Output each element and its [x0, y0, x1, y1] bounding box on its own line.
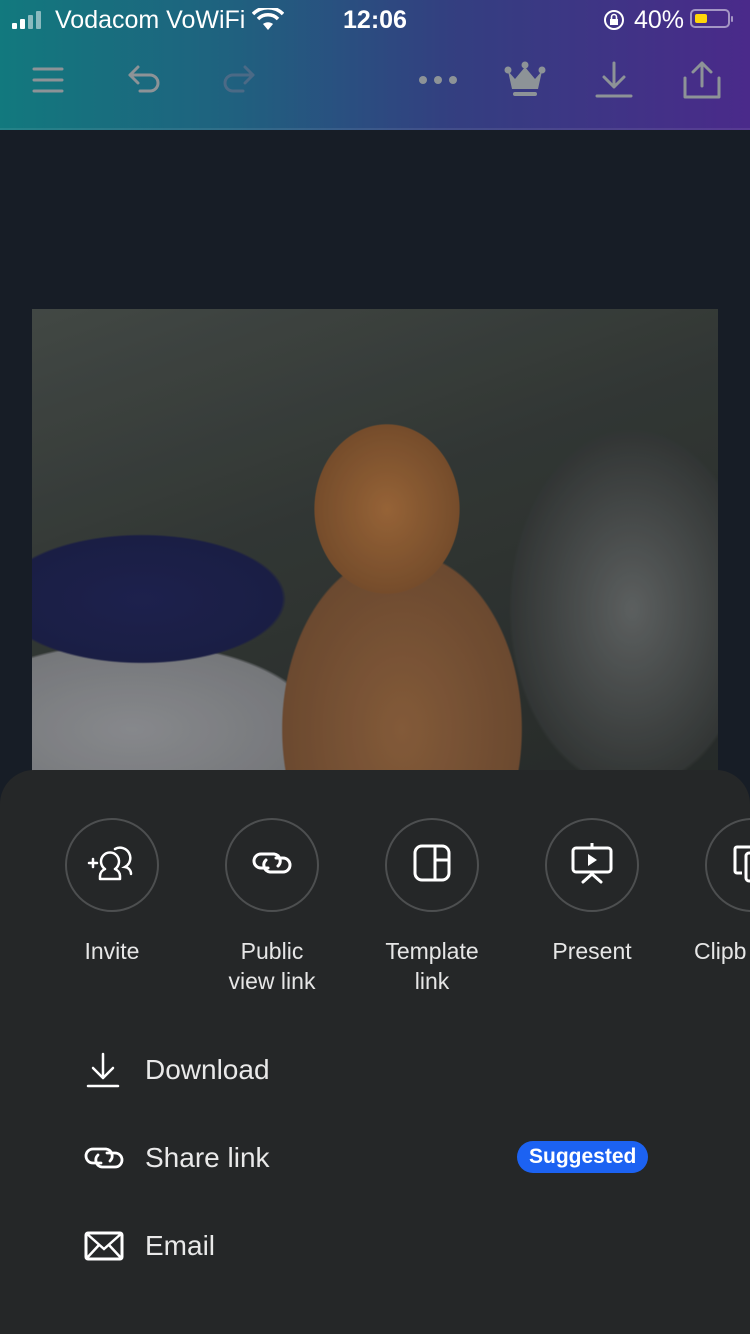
email-option[interactable]: Email — [82, 1216, 682, 1276]
present-action[interactable]: Present — [512, 818, 672, 966]
template-icon — [413, 844, 451, 887]
share-link-label: Share link — [145, 1142, 270, 1173]
more-dots-icon[interactable] — [414, 56, 462, 104]
clipboard-icon — [732, 843, 750, 888]
template-link-label: Template link — [385, 938, 479, 994]
present-label: Present — [552, 938, 632, 964]
redo-icon[interactable] — [214, 56, 262, 104]
share-actions-row[interactable]: Invite Public view link Template link Pr… — [0, 818, 750, 1058]
share-sheet: Invite Public view link Template link Pr… — [0, 770, 750, 1334]
rotation-lock-icon — [603, 9, 625, 38]
email-icon — [82, 1224, 126, 1268]
link-icon — [82, 1136, 126, 1180]
public-view-link-action[interactable]: Public view link — [192, 818, 352, 996]
invite-label: Invite — [84, 938, 140, 964]
battery-icon — [690, 9, 733, 28]
clipboard-label: Clipb — [694, 938, 747, 964]
public-view-link-label: Public view link — [228, 938, 316, 994]
battery-percent: 40% — [634, 6, 685, 34]
download-icon[interactable] — [590, 56, 638, 104]
invite-action[interactable]: Invite — [32, 818, 192, 966]
present-icon — [571, 842, 613, 889]
share-link-option[interactable]: Share link Suggested — [82, 1128, 682, 1188]
status-bar: Vodacom VoWiFi 12:06 40% — [0, 0, 750, 40]
download-icon — [82, 1048, 126, 1092]
suggested-badge: Suggested — [517, 1141, 649, 1173]
crown-icon[interactable] — [501, 56, 549, 104]
hamburger-menu-icon[interactable] — [24, 56, 72, 104]
download-option[interactable]: Download — [82, 1040, 682, 1100]
link-icon — [250, 848, 294, 883]
undo-icon[interactable] — [121, 56, 169, 104]
invite-people-icon — [87, 843, 137, 888]
email-label: Email — [145, 1230, 216, 1261]
template-link-action[interactable]: Template link — [352, 818, 512, 996]
clipboard-action[interactable]: Clipb — [672, 818, 750, 966]
download-label: Download — [145, 1054, 270, 1085]
design-image-kitten[interactable] — [32, 309, 718, 829]
top-bar: Vodacom VoWiFi 12:06 40% — [0, 0, 750, 130]
share-icon[interactable] — [678, 56, 726, 104]
